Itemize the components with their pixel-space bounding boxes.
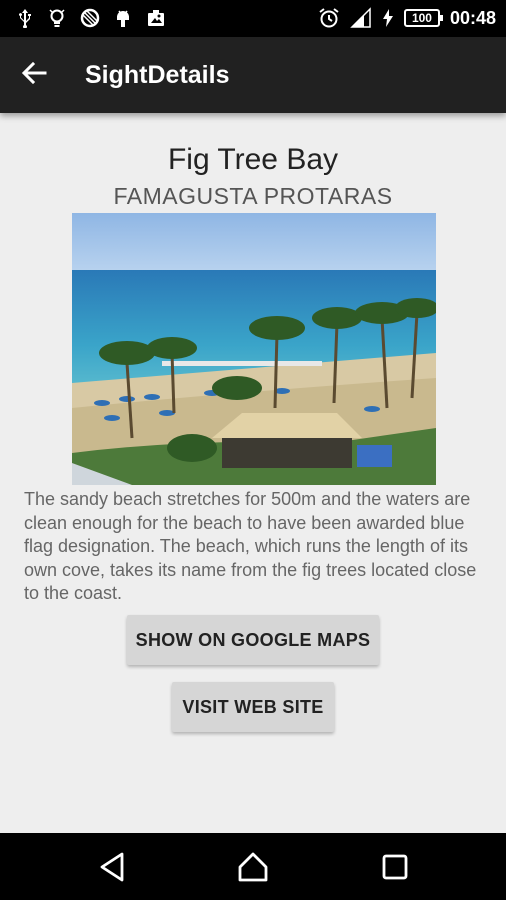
android-debug-icon: [114, 8, 132, 28]
sight-details-content: Fig Tree Bay FAMAGUSTA PROTARAS The sand…: [0, 113, 506, 833]
signal-icon: [350, 7, 372, 29]
status-clock: 00:48: [449, 7, 496, 28]
sight-location: FAMAGUSTA PROTARAS: [113, 183, 393, 209]
battery-icon: 100: [403, 9, 443, 27]
home-icon: [238, 852, 268, 882]
visit-web-site-button[interactable]: VISIT WEB SITE: [172, 682, 334, 732]
arrow-back-icon: [21, 61, 47, 85]
lightbulb-icon: [48, 8, 66, 28]
nav-home-button[interactable]: [237, 851, 269, 888]
status-bar: 100 00:48: [0, 0, 506, 37]
app-bar: SightDetails: [0, 37, 506, 113]
recents-icon: [382, 854, 408, 880]
battery-level: 100: [411, 11, 432, 25]
charging-icon: [382, 8, 394, 28]
back-button[interactable]: [20, 59, 60, 91]
sight-photo: [72, 213, 436, 485]
system-icons: 100 00:48: [318, 7, 496, 29]
notification-icons: [16, 8, 166, 28]
show-on-google-maps-button[interactable]: SHOW ON GOOGLE MAPS: [127, 615, 379, 665]
page-title: SightDetails: [85, 61, 230, 89]
usb-icon: [16, 8, 34, 28]
alarm-icon: [318, 7, 340, 29]
data-saver-icon: [80, 8, 100, 28]
back-triangle-icon: [100, 852, 124, 882]
sight-title: Fig Tree Bay: [167, 143, 339, 176]
nav-back-button[interactable]: [98, 851, 128, 888]
photo-icon: [146, 8, 166, 28]
nav-recents-button[interactable]: [381, 851, 409, 888]
navigation-bar: [0, 833, 506, 900]
sight-description: The sandy beach stretches for 500m and t…: [24, 489, 477, 603]
